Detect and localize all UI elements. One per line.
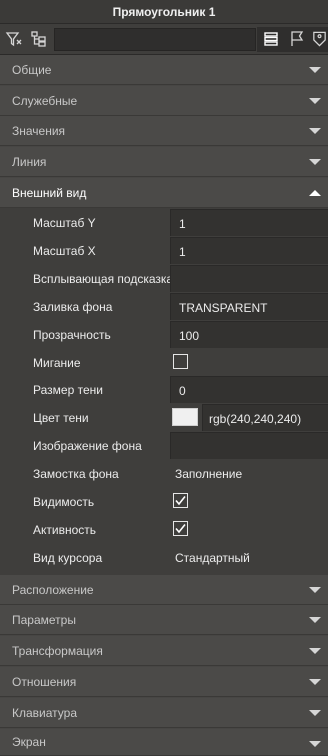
chevron-down-icon — [309, 741, 321, 747]
section-label: Линия — [12, 154, 47, 169]
section-transform[interactable]: Трансформация — [0, 636, 328, 666]
prop-tooltip: Всплывающая подсказка — [0, 265, 328, 293]
prop-bg-image: Изображение фона — [0, 432, 328, 460]
section-label: Отношения — [12, 674, 77, 689]
section-label: Расположение — [12, 582, 94, 597]
prop-label: Масштаб X — [33, 244, 96, 258]
list-icon[interactable] — [259, 27, 283, 51]
section-label: Значения — [12, 123, 66, 138]
opacity-field[interactable]: 100 — [170, 321, 328, 348]
scale-y-field[interactable]: 1 — [170, 209, 328, 236]
prop-scale-x: Масштаб X 1 — [0, 237, 328, 265]
chevron-up-icon — [309, 190, 321, 196]
tag-icon[interactable] — [311, 27, 328, 51]
section-label: Общие — [12, 62, 52, 77]
visible-checkbox[interactable] — [173, 493, 188, 508]
prop-visible: Видимость — [0, 488, 328, 516]
appearance-properties: Масштаб Y 1 Масштаб X 1 Всплывающая подс… — [0, 208, 328, 575]
section-relations[interactable]: Отношения — [0, 667, 328, 697]
shadow-color-swatch[interactable] — [172, 408, 198, 426]
bg-image-field[interactable] — [170, 432, 328, 459]
flag-icon[interactable] — [285, 27, 309, 51]
prop-scale-y: Масштаб Y 1 — [0, 209, 328, 237]
prop-label: Заливка фона — [33, 300, 113, 314]
scale-x-field[interactable]: 1 — [170, 237, 328, 264]
chevron-down-icon — [309, 617, 321, 623]
bg-tiling-value[interactable]: Заполнение — [175, 467, 242, 481]
prop-label: Замостка фона — [33, 467, 119, 481]
active-checkbox[interactable] — [173, 521, 188, 536]
search-input[interactable] — [54, 28, 256, 51]
prop-blink: Мигание — [0, 349, 328, 377]
shadow-size-field[interactable]: 0 — [170, 376, 328, 403]
prop-label: Изображение фона — [33, 439, 142, 453]
prop-label: Всплывающая подсказка — [33, 272, 170, 286]
toolbar — [0, 24, 328, 55]
section-label: Внешний вид — [12, 185, 87, 200]
tooltip-field[interactable] — [170, 265, 328, 292]
prop-shadow-color: Цвет тени rgb(240,240,240) — [0, 404, 328, 432]
chevron-down-icon — [309, 648, 321, 654]
filter-icon[interactable] — [2, 27, 26, 51]
prop-label: Вид курсора — [33, 551, 103, 565]
prop-label: Видимость — [33, 495, 95, 509]
prop-fill: Заливка фона TRANSPARENT — [0, 293, 328, 321]
section-label: Параметры — [12, 612, 76, 627]
checkmark-icon — [175, 524, 186, 534]
prop-opacity: Прозрачность 100 — [0, 321, 328, 349]
cursor-value[interactable]: Стандартный — [175, 551, 250, 565]
chevron-down-icon — [309, 67, 321, 73]
prop-label: Прозрачность — [33, 328, 111, 342]
section-label: Трансформация — [12, 643, 103, 658]
prop-label: Масштаб Y — [33, 216, 96, 230]
chevron-down-icon — [309, 679, 321, 685]
prop-label: Мигание — [33, 356, 81, 370]
tree-icon[interactable] — [27, 27, 51, 51]
chevron-down-icon — [309, 128, 321, 134]
section-appearance[interactable]: Внешний вид — [0, 178, 328, 208]
section-values[interactable]: Значения — [0, 116, 328, 146]
section-service[interactable]: Служебные — [0, 86, 328, 116]
chevron-down-icon — [309, 98, 321, 104]
chevron-down-icon — [309, 587, 321, 593]
fill-field[interactable]: TRANSPARENT — [170, 293, 328, 320]
prop-label: Цвет тени — [33, 411, 89, 425]
chevron-down-icon — [309, 159, 321, 165]
prop-cursor: Вид курсора Стандартный — [0, 544, 328, 572]
section-parameters[interactable]: Параметры — [0, 605, 328, 635]
prop-bg-tiling: Замостка фона Заполнение — [0, 460, 328, 488]
window-title: Прямоугольник 1 — [0, 0, 328, 24]
checkmark-icon — [175, 496, 186, 506]
section-keyboard[interactable]: Клавиатура — [0, 698, 328, 728]
prop-active: Активность — [0, 516, 328, 544]
section-label: Клавиатура — [12, 705, 77, 720]
chevron-down-icon — [309, 710, 321, 716]
blink-checkbox[interactable] — [173, 354, 188, 369]
prop-label: Активность — [33, 523, 97, 537]
section-position[interactable]: Расположение — [0, 575, 328, 605]
section-general[interactable]: Общие — [0, 55, 328, 85]
section-line[interactable]: Линия — [0, 147, 328, 177]
section-label: Служебные — [12, 93, 78, 108]
shadow-color-field[interactable]: rgb(240,240,240) — [202, 404, 328, 431]
section-label: Экран — [12, 735, 46, 749]
section-screen[interactable]: Экран — [0, 729, 328, 756]
prop-label: Размер тени — [33, 383, 103, 397]
prop-shadow-size: Размер тени 0 — [0, 376, 328, 404]
